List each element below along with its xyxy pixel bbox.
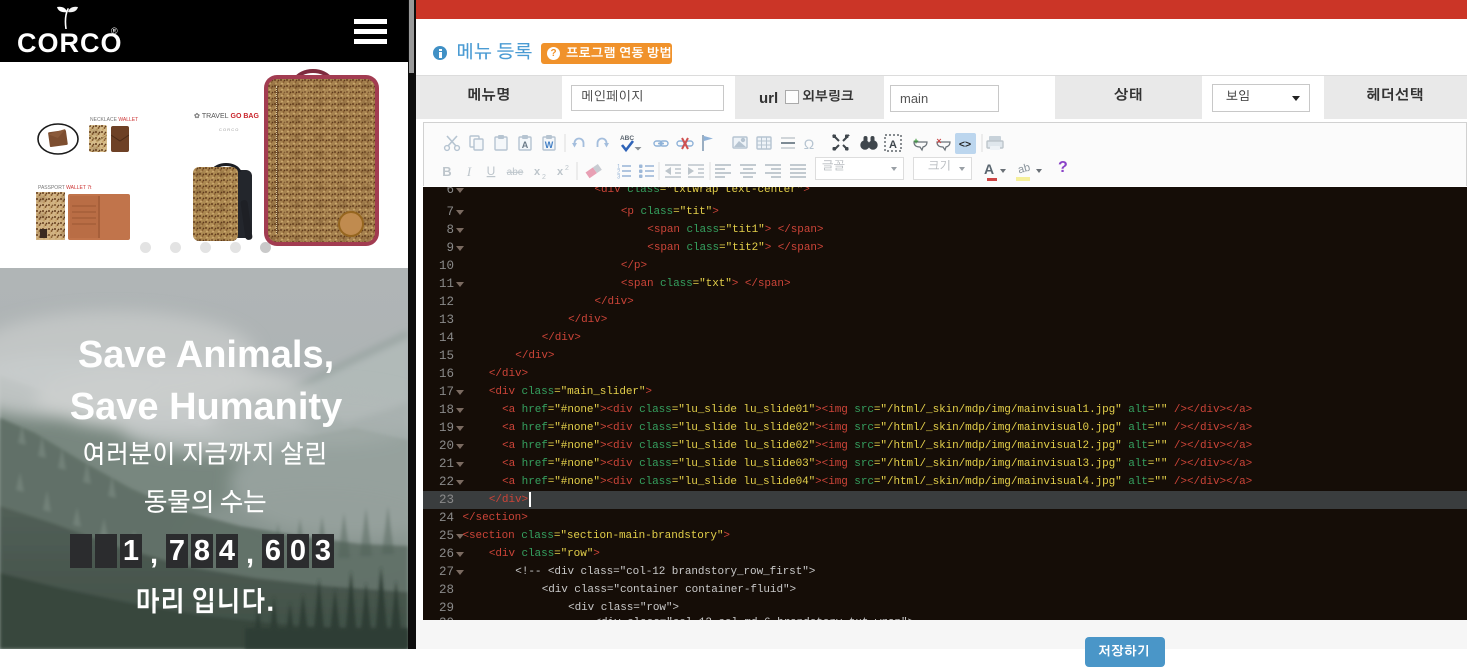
svg-text:+: + — [913, 136, 918, 146]
svg-text:2: 2 — [542, 174, 546, 181]
svg-text:<>: <> — [959, 139, 971, 151]
svg-text:3: 3 — [617, 175, 621, 181]
svg-text:I: I — [466, 164, 472, 179]
svg-text:B: B — [442, 164, 451, 179]
svg-text:Ω: Ω — [804, 136, 814, 152]
svg-text:W: W — [545, 140, 554, 150]
svg-text:×: × — [936, 136, 941, 146]
svg-text:2: 2 — [565, 165, 569, 172]
svg-text:x: x — [557, 166, 564, 178]
svg-text:A: A — [522, 140, 529, 150]
svg-text:x: x — [534, 166, 541, 178]
svg-text:U: U — [487, 164, 496, 178]
svg-text:abe: abe — [507, 167, 524, 178]
svg-text:A: A — [889, 139, 897, 151]
